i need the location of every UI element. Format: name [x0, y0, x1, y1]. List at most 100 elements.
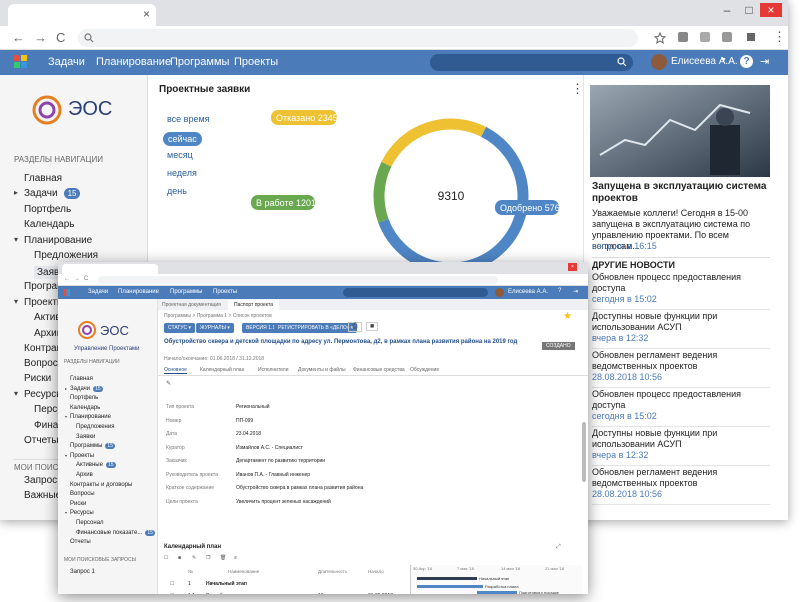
news-image[interactable]	[590, 85, 770, 177]
sidebar-item[interactable]: Активные 15	[76, 462, 116, 469]
period-filter[interactable]: все время	[167, 114, 210, 124]
copy-icon[interactable]: ❐	[206, 555, 210, 561]
sidebar-item[interactable]: Предложения	[34, 250, 98, 261]
star-icon[interactable]	[654, 32, 666, 44]
avatar[interactable]	[495, 288, 504, 297]
sidebar-item[interactable]: Заявки	[76, 434, 95, 440]
sidebar-item[interactable]: Риски	[24, 373, 51, 384]
user-name[interactable]: Елисеева А.А.	[671, 56, 738, 67]
app-logo-icon[interactable]	[63, 289, 70, 296]
logout-icon[interactable]: ⇥	[573, 288, 578, 295]
period-filter[interactable]: день	[167, 186, 187, 196]
inner-tab[interactable]: Основное	[164, 367, 187, 374]
menu-planning[interactable]: Планирование	[118, 289, 159, 295]
url-input[interactable]	[78, 29, 638, 47]
reload-icon[interactable]: C	[84, 276, 88, 282]
menu-planning[interactable]: Планирование	[96, 56, 171, 68]
logout-icon[interactable]: ⇥	[760, 55, 769, 68]
menu-tasks[interactable]: Задачи	[48, 56, 85, 68]
sidebar-item[interactable]: ▾ Планирование	[14, 235, 92, 246]
menu-projects[interactable]: Проекты	[213, 289, 237, 295]
url-input[interactable]	[98, 276, 498, 284]
inner-tab[interactable]: Финансовые средства	[353, 367, 405, 373]
extension-icon[interactable]	[700, 32, 710, 42]
app-logo-icon[interactable]	[14, 55, 28, 69]
more-icon[interactable]: ⋮	[773, 29, 786, 45]
menu-projects[interactable]: Проекты	[234, 56, 278, 68]
news-title[interactable]: Запущена в эксплуатацию система проектов	[592, 181, 770, 205]
app-search-input[interactable]	[430, 54, 633, 71]
sidebar-item[interactable]: Отчеты	[24, 435, 59, 446]
sidebar-item[interactable]: Контракты и договоры	[70, 482, 132, 488]
tab-passport[interactable]: Паспорт проекта	[228, 300, 280, 310]
sidebar-item[interactable]: Главная	[70, 376, 93, 382]
help-icon[interactable]: ?	[558, 288, 561, 294]
sidebar-item[interactable]: Портфель	[70, 395, 98, 401]
breadcrumb[interactable]: Программы > Программа 1 > Список проекто…	[164, 313, 272, 319]
donut-slice-Отказано[interactable]	[381, 118, 487, 167]
sidebar-item[interactable]: Программы 15	[70, 443, 115, 450]
inner-tab[interactable]: Исполнители	[258, 367, 289, 373]
extension-icon[interactable]	[722, 32, 732, 42]
favorite-star-icon[interactable]: ★	[563, 311, 572, 322]
forward-icon[interactable]: →	[34, 30, 47, 45]
news-list-item[interactable]: Обновлен регламент ведения ведомственных…	[592, 350, 770, 388]
sidebar-item[interactable]: Главная	[24, 173, 62, 184]
tab-documents[interactable]: Проектная документация	[162, 302, 221, 308]
tab-close-icon[interactable]: ×	[143, 7, 150, 21]
period-filter[interactable]: сейчас	[163, 132, 202, 146]
news-list-item[interactable]: Обновлен процесс предоставления доступа с…	[592, 272, 770, 310]
news-list-item[interactable]: Обновлен процесс предоставления доступа с…	[592, 389, 770, 427]
inner-tab[interactable]: Календарный план	[200, 367, 244, 373]
save-icon[interactable]: ■	[178, 555, 181, 561]
edit-icon[interactable]: ✎	[192, 555, 196, 561]
sidebar-item[interactable]: ▾ Планирование	[65, 414, 111, 420]
delete-icon[interactable]: 🗑	[220, 555, 226, 561]
close-window-icon[interactable]: ×	[760, 3, 782, 17]
browser-tab[interactable]: ×	[8, 4, 156, 26]
extension-icon[interactable]	[747, 33, 755, 41]
sidebar-item[interactable]: ▾ Ресурсы	[65, 510, 94, 516]
news-list-item[interactable]: Доступны новые функции при использовании…	[592, 428, 770, 466]
extension-icon[interactable]	[678, 32, 688, 42]
back-icon[interactable]: ←	[64, 276, 70, 282]
sidebar-item[interactable]: Вопросы	[70, 491, 95, 497]
gantt-bar[interactable]	[417, 577, 477, 580]
print-icon[interactable]: ⎙	[348, 322, 362, 332]
browser-tab[interactable]	[62, 264, 158, 274]
menu-programs[interactable]: Программы	[170, 289, 202, 295]
toolbar-button[interactable]: ЖУРНАЛЫ ▾	[196, 323, 234, 333]
close-window-icon[interactable]: ×	[568, 263, 577, 271]
row-name[interactable]: Разработка плана	[206, 593, 248, 594]
scrollbar[interactable]	[582, 422, 586, 482]
row-checkbox[interactable]: ☐	[170, 593, 174, 594]
sidebar-item[interactable]: ▸ Задачи 15	[65, 385, 103, 392]
indent-icon[interactable]: ≡	[234, 555, 237, 561]
sidebar-item[interactable]: ▾ Проекты	[65, 453, 94, 459]
news-list-item[interactable]: Обновлен регламент ведения ведомственных…	[592, 467, 770, 505]
sidebar-item[interactable]: Архив	[76, 472, 93, 478]
inner-tab[interactable]: Обсуждение	[410, 367, 439, 373]
donut-slice-В работе[interactable]	[373, 161, 392, 223]
menu-programs[interactable]: Программы	[170, 56, 229, 68]
news-list-item[interactable]: Доступны новые функции при использовании…	[592, 311, 770, 349]
toolbar-button[interactable]: СТАТУС ▾	[164, 323, 196, 333]
forward-icon[interactable]: →	[74, 276, 80, 282]
add-icon[interactable]: ☐	[164, 555, 168, 561]
app-search-input[interactable]	[343, 288, 488, 297]
avatar[interactable]	[651, 54, 667, 70]
row-checkbox[interactable]: ☐	[170, 581, 174, 587]
sidebar-item[interactable]: Финансовые показате... 15	[76, 529, 155, 536]
period-filter[interactable]: неделя	[167, 168, 197, 178]
sidebar-item[interactable]: Риски	[70, 501, 86, 507]
sidebar-item[interactable]: Отчеты	[70, 539, 91, 545]
period-filter[interactable]: месяц	[167, 150, 193, 160]
reload-icon[interactable]: C	[56, 30, 65, 45]
caret-down-icon[interactable]: ▼	[720, 57, 727, 64]
minimize-icon[interactable]: –	[716, 3, 738, 17]
gantt-bar[interactable]	[477, 591, 517, 594]
delete-icon[interactable]: ■	[366, 322, 379, 331]
sidebar-item[interactable]: Предложения	[76, 424, 114, 430]
sidebar-item[interactable]: ▸ Задачи 15	[14, 188, 81, 199]
expand-icon[interactable]: ⤢	[556, 544, 561, 551]
